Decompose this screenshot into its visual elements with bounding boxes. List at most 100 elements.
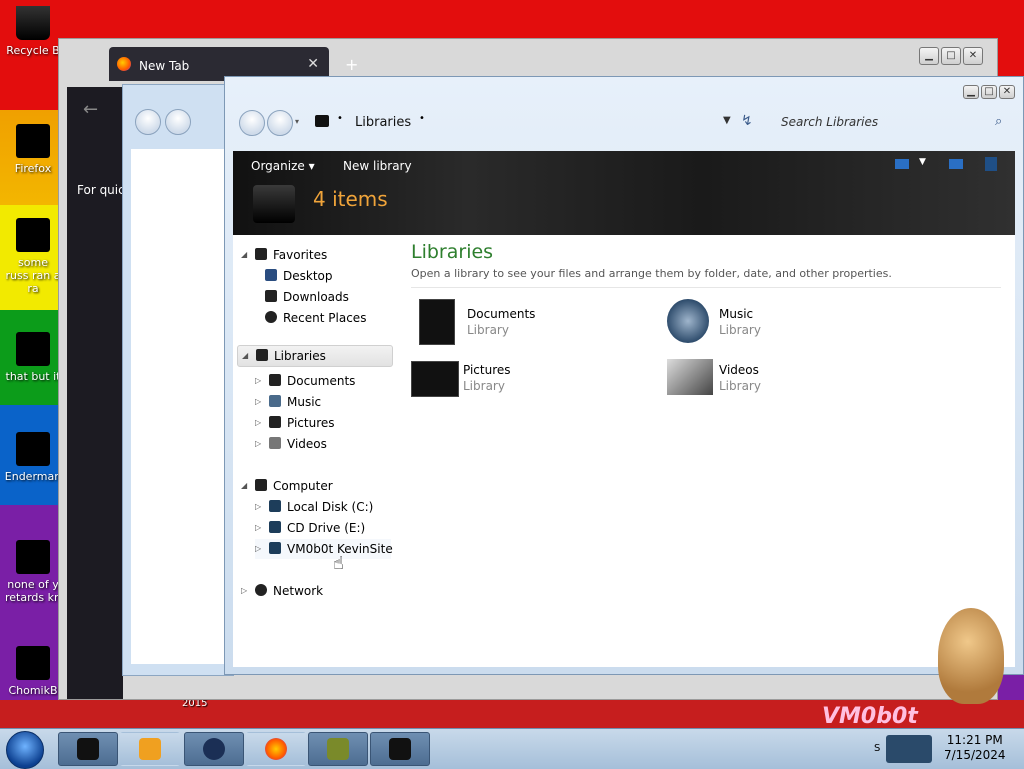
tree-label: Downloads <box>283 290 349 304</box>
refresh-icon[interactable]: ↯ <box>741 113 753 129</box>
back-arrow-icon[interactable]: ← <box>83 99 98 120</box>
taskbar-media-player-button[interactable] <box>120 732 180 766</box>
browser-maximize-button[interactable]: □ <box>941 47 961 65</box>
explorer-window-background[interactable] <box>122 84 234 676</box>
item-count: 4 items <box>313 187 388 211</box>
downloads-icon <box>265 290 277 302</box>
library-type: Library <box>463 379 505 393</box>
tree-computer[interactable]: ◢ Computer <box>241 476 333 496</box>
tree-desktop[interactable]: Desktop <box>265 266 333 286</box>
breadcrumb-libraries[interactable]: Libraries <box>355 115 411 130</box>
view-options-icon[interactable] <box>895 159 909 169</box>
taskbar-explorer-button[interactable] <box>58 732 118 766</box>
clock-time: 11:21 PM <box>946 733 1003 747</box>
explorer-icon <box>77 738 99 760</box>
tree-favorites[interactable]: ◢ Favorites <box>241 245 327 265</box>
forward-button[interactable] <box>267 110 293 136</box>
hamster-desktop-pet <box>938 608 1004 704</box>
library-type: Library <box>467 323 509 337</box>
library-documents[interactable]: Documents Library <box>415 299 655 349</box>
preview-pane-icon[interactable] <box>949 159 963 169</box>
library-pictures[interactable]: Pictures Library <box>411 355 651 405</box>
back-button[interactable] <box>135 109 161 135</box>
tree-label: Recent Places <box>283 311 367 325</box>
enderman-shortcut-icon[interactable]: Enderman <box>0 432 66 483</box>
tree-recent-places[interactable]: Recent Places <box>265 308 366 328</box>
documents-library-icon <box>419 299 455 345</box>
recent-pages-chevron-icon[interactable]: ▾ <box>295 117 299 126</box>
taskbar-chomik-button[interactable] <box>308 732 368 766</box>
libraries-heading: Libraries <box>411 241 494 263</box>
firefox-shortcut-icon[interactable]: Firefox <box>0 124 66 175</box>
tree-label: Music <box>287 395 322 409</box>
search-box[interactable]: Search Libraries ⌕ <box>769 111 1009 135</box>
taskbar-window-button[interactable] <box>370 732 430 766</box>
tree-network[interactable]: ▷ Network <box>241 581 323 601</box>
library-type: Library <box>719 379 761 393</box>
desktop-icon-label: Firefox <box>14 162 52 175</box>
organize-button[interactable]: Organize ▾ <box>251 159 315 173</box>
tree-cd-drive[interactable]: ▷ CD Drive (E:) <box>255 518 365 538</box>
browser-close-button[interactable]: ✕ <box>963 47 983 65</box>
music-library-icon <box>667 299 709 343</box>
network-icon <box>255 584 267 596</box>
back-button[interactable] <box>239 110 265 136</box>
libraries-description: Open a library to see your files and arr… <box>411 267 892 280</box>
tree-label: CD Drive (E:) <box>287 521 366 535</box>
tree-label: Computer <box>273 479 333 493</box>
wallpaper-logo-text: VM0b0t <box>822 704 918 729</box>
hand-cursor-icon: ☝ <box>333 553 344 574</box>
chomik-shortcut-icon[interactable]: ChomikB <box>0 646 66 697</box>
address-dropdown-icon[interactable]: ▼ <box>723 115 731 126</box>
tree-local-disk[interactable]: ▷ Local Disk (C:) <box>255 497 373 517</box>
recycle-bin-icon[interactable]: Recycle B <box>0 6 66 57</box>
view-dropdown-icon[interactable]: ▼ <box>919 157 926 167</box>
tree-pictures[interactable]: ▷ Pictures <box>255 413 335 433</box>
maximize-button[interactable]: □ <box>981 85 997 99</box>
tree-libraries[interactable]: ◢ Libraries <box>237 345 393 367</box>
taskbar-firefox-button[interactable] <box>246 732 306 766</box>
address-bar[interactable]: • Libraries • ▼ <box>307 109 745 135</box>
taskbar-app-button[interactable] <box>184 732 244 766</box>
desktop-file-icon-2[interactable]: that but it <box>0 332 66 383</box>
favorites-icon <box>255 248 267 260</box>
new-library-button[interactable]: New library <box>343 159 412 173</box>
explorer-background-body <box>131 149 233 664</box>
search-icon[interactable]: ⌕ <box>995 114 1002 129</box>
help-icon[interactable] <box>985 157 997 171</box>
desktop-file-icon-3[interactable]: none of y retards kn <box>0 540 66 604</box>
tree-documents[interactable]: ▷ Documents <box>255 371 355 391</box>
tree-label: Videos <box>287 437 327 451</box>
window-icon <box>389 738 411 760</box>
firefox-icon <box>265 738 287 760</box>
new-tab-icon[interactable]: + <box>345 55 358 74</box>
documents-icon <box>269 374 281 386</box>
tree-videos[interactable]: ▷ Videos <box>255 434 327 454</box>
start-button[interactable] <box>6 731 44 769</box>
cd-drive-icon <box>269 521 281 533</box>
desktop-icon <box>265 269 277 281</box>
minimize-button[interactable]: ▁ <box>963 85 979 99</box>
forward-button[interactable] <box>165 109 191 135</box>
library-name: Pictures <box>463 363 511 377</box>
clock[interactable]: 11:21 PM 7/15/2024 <box>944 733 1006 763</box>
library-music[interactable]: Music Library <box>667 299 907 349</box>
tree-downloads[interactable]: Downloads <box>265 287 349 307</box>
tree-vm-share[interactable]: ▷ VM0b0t KevinSite <box>255 539 393 559</box>
tree-music[interactable]: ▷ Music <box>255 392 321 412</box>
breadcrumb-separator-icon[interactable]: • <box>337 113 343 124</box>
close-tab-icon[interactable]: ✕ <box>307 56 319 72</box>
pictures-library-icon <box>411 361 459 397</box>
desktop-icon-label: some russ ran a ra <box>5 256 61 295</box>
browser-minimize-button[interactable]: ▁ <box>919 47 939 65</box>
library-type: Library <box>719 323 761 337</box>
divider <box>411 287 1001 288</box>
hard-drive-icon <box>269 500 281 512</box>
music-icon <box>269 395 281 407</box>
library-videos[interactable]: Videos Library <box>667 355 907 405</box>
desktop-file-icon[interactable]: some russ ran a ra <box>0 218 66 295</box>
libraries-explorer-window[interactable]: ▁ □ ✕ ▾ • Libraries • ▼ ↯ Search Librari… <box>224 76 1024 675</box>
network-tray-icon[interactable] <box>886 735 932 763</box>
close-button[interactable]: ✕ <box>999 85 1015 99</box>
breadcrumb-separator-icon[interactable]: • <box>419 113 425 124</box>
